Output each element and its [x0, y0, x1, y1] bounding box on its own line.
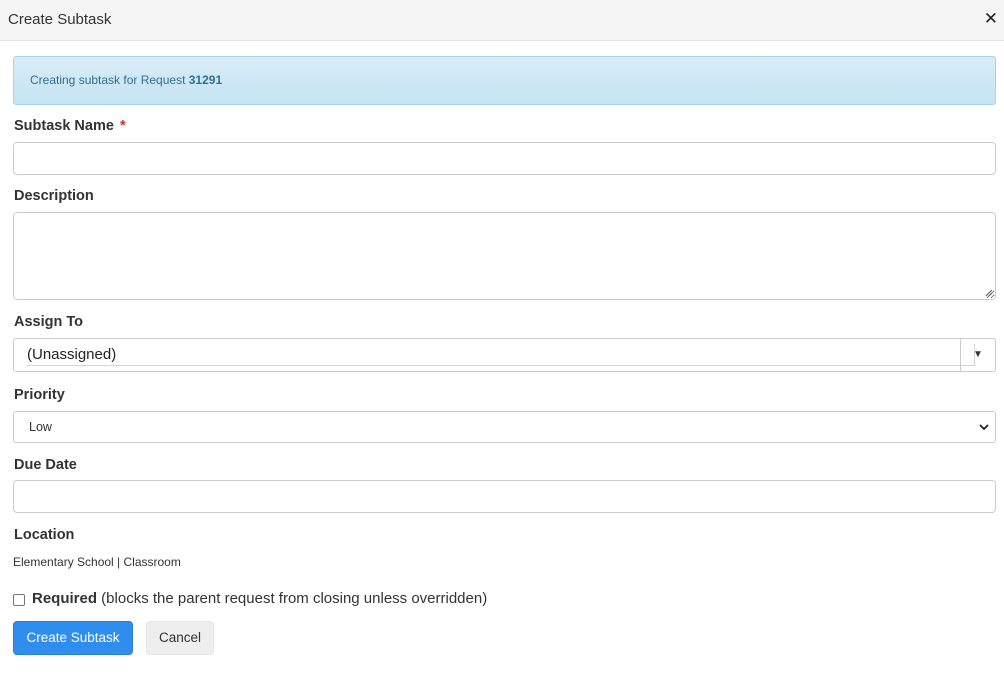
description-textarea[interactable] [13, 212, 996, 300]
resize-grip-icon[interactable] [985, 289, 993, 297]
subtask-name-label-text: Subtask Name [14, 118, 114, 134]
required-checkbox[interactable] [13, 594, 25, 606]
dialog-title: Create Subtask [8, 11, 112, 28]
description-wrapper [13, 212, 996, 300]
assign-to-input[interactable]: (Unassigned) [27, 344, 975, 366]
priority-label: Priority [14, 387, 65, 403]
required-option-label: Required [32, 590, 98, 607]
assign-to-label: Assign To [14, 314, 84, 330]
cancel-button[interactable]: Cancel [146, 621, 214, 655]
close-icon[interactable]: ✕ [984, 9, 998, 29]
assign-to-value: (Unassigned) [27, 346, 117, 363]
required-option: Required (blocks the parent request from… [32, 590, 487, 607]
subtask-name-label: Subtask Name * [14, 118, 126, 134]
info-alert: Creating subtask for Request 31291 [13, 56, 996, 105]
create-subtask-button[interactable]: Create Subtask [13, 621, 133, 655]
required-asterisk: * [119, 118, 126, 134]
chevron-down-icon [979, 424, 989, 431]
priority-select[interactable]: Low [13, 411, 996, 443]
required-option-description: (blocks the parent request from closing … [97, 590, 488, 607]
assign-to-combobox[interactable]: (Unassigned) ▼ [13, 338, 996, 372]
location-label: Location [14, 527, 75, 543]
due-date-input[interactable] [13, 480, 996, 513]
description-label: Description [14, 188, 94, 204]
priority-selected-value: Low [29, 420, 52, 434]
subtask-name-input[interactable] [13, 142, 996, 175]
due-date-label: Due Date [14, 457, 77, 473]
dialog-header: Create Subtask ✕ [0, 0, 1004, 41]
triangle-down-icon: ▼ [973, 349, 983, 360]
location-value: Elementary School | Classroom [13, 555, 181, 569]
assign-to-dropdown-button[interactable]: ▼ [960, 339, 995, 371]
alert-text: Creating subtask for Request [30, 73, 189, 87]
request-number: 31291 [188, 73, 223, 87]
alert-message: Creating subtask for Request 31291 [30, 73, 222, 87]
